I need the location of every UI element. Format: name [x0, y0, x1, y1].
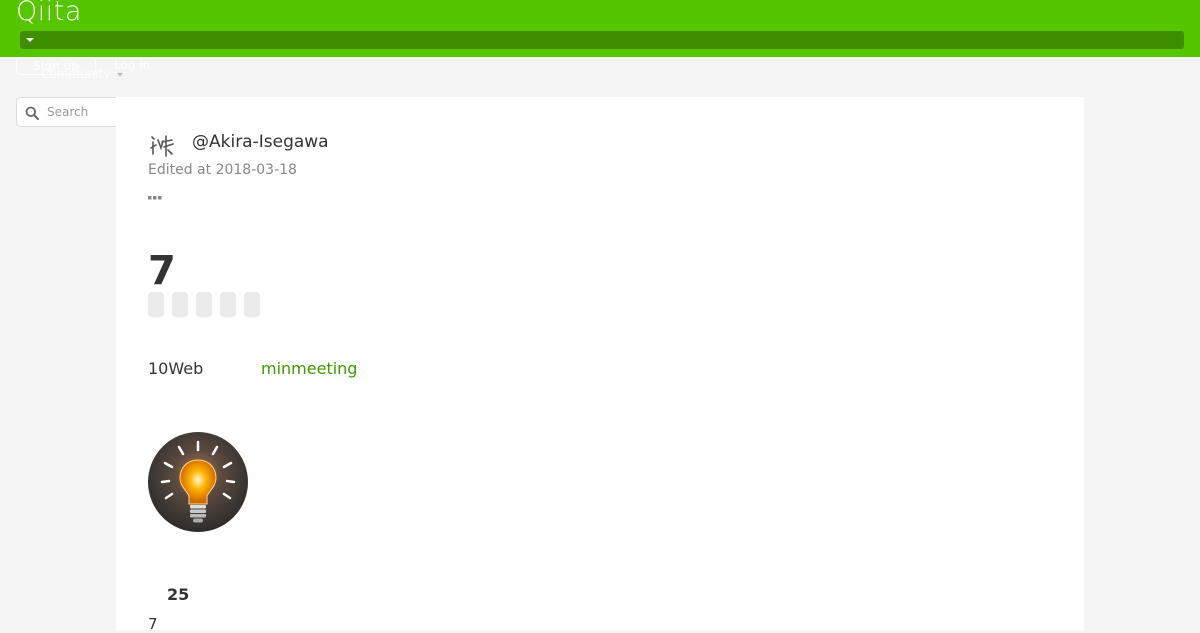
- chevron-down-icon: [117, 73, 123, 77]
- lightbulb-image: [148, 432, 248, 532]
- more-icon[interactable]: [148, 186, 164, 205]
- login-link[interactable]: Log in: [114, 58, 150, 72]
- tag-chip[interactable]: [196, 292, 212, 317]
- author-avatar[interactable]: [148, 132, 178, 158]
- author-name-link[interactable]: @Akira-Isegawa: [192, 132, 329, 152]
- chevron-down-icon: [26, 38, 34, 42]
- article-body-text: 10Web: [148, 359, 204, 378]
- edited-date: Edited at 2018-03-18: [148, 162, 297, 178]
- tag-list: [148, 292, 260, 317]
- site-header: Qiita: [0, 0, 1200, 57]
- likes-count: 25: [167, 585, 190, 604]
- community-menu[interactable]: Community: [41, 67, 110, 81]
- tag-chip[interactable]: [172, 292, 188, 317]
- tag-chip[interactable]: [220, 292, 236, 317]
- qiita-logo[interactable]: Qiita: [16, 0, 82, 27]
- minmeeting-link[interactable]: minmeeting: [261, 359, 357, 378]
- footer-number: 7: [148, 615, 158, 633]
- tag-chip[interactable]: [244, 292, 260, 317]
- tag-chip[interactable]: [148, 292, 164, 317]
- nav-dropdown-bar[interactable]: [20, 31, 1184, 49]
- article-card: @Akira-Isegawa Edited at 2018-03-18 7 10…: [116, 97, 1084, 633]
- article-title: 7: [148, 247, 176, 294]
- search-icon: [25, 105, 39, 124]
